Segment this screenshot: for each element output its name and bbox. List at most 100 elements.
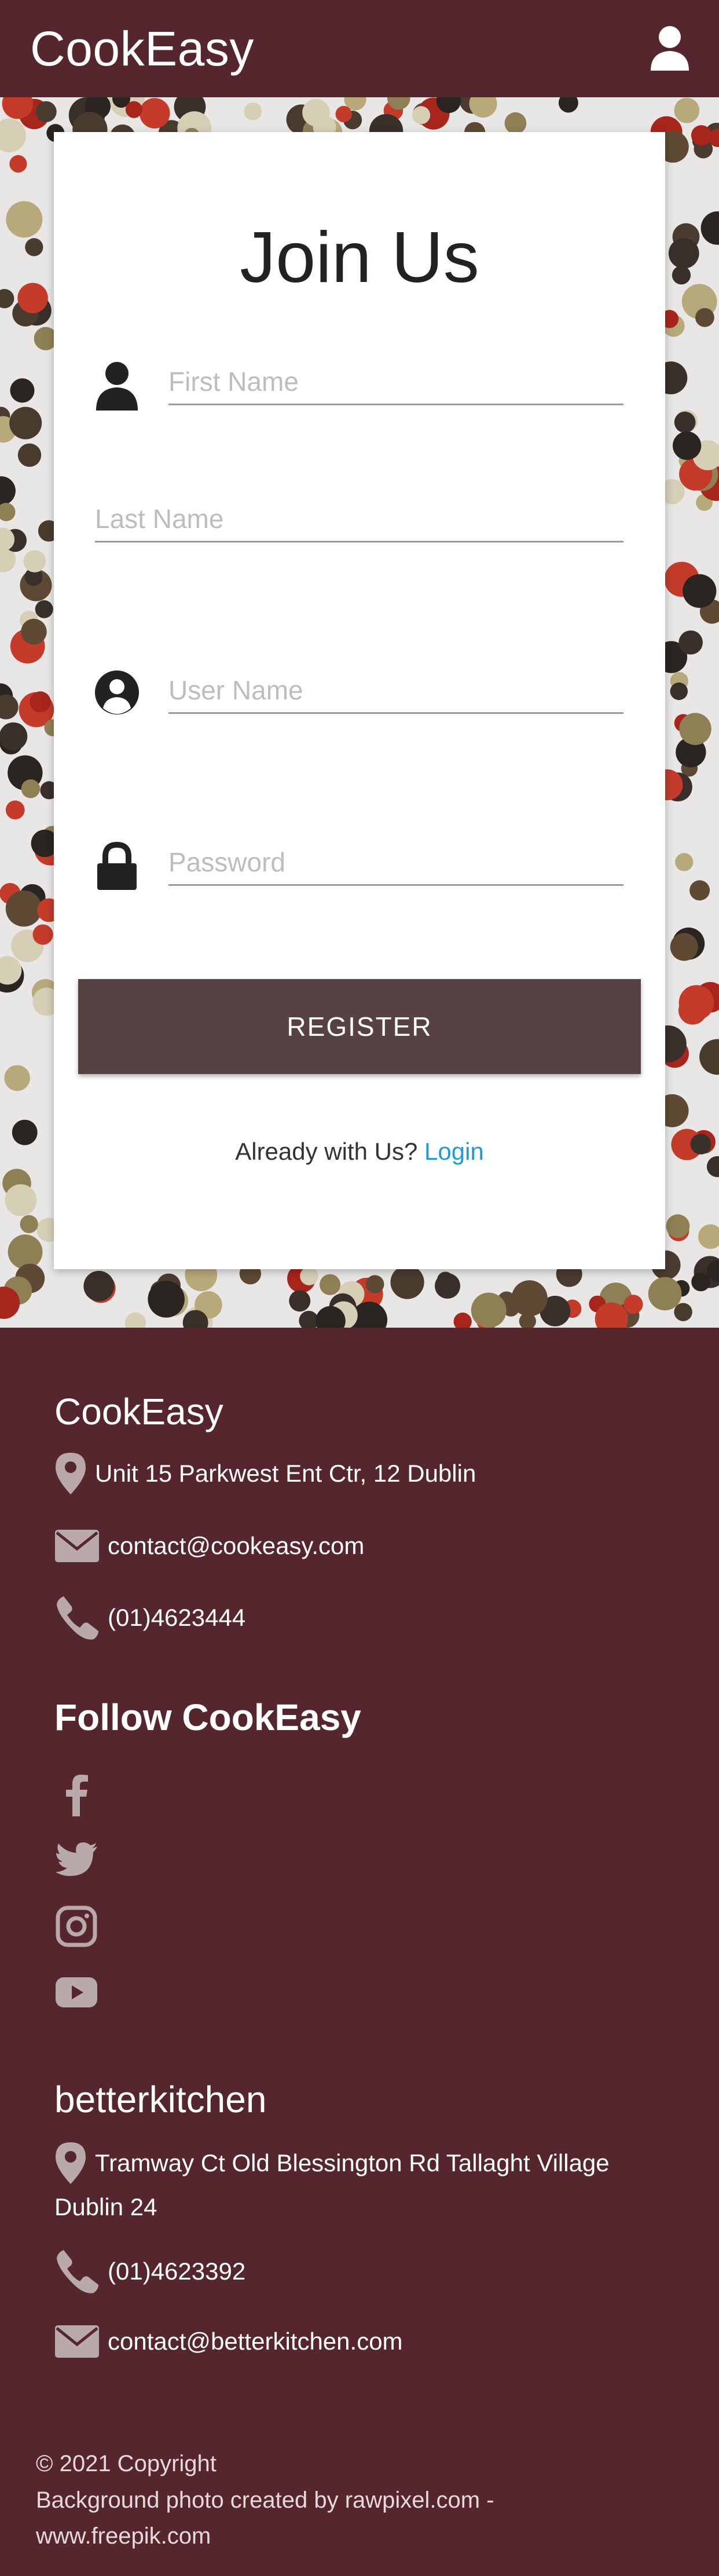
peppercorn [35,600,53,618]
peppercorn [471,1292,507,1328]
address-line1: Tramway Ct Old Blessington Rd Tallaght V… [95,2149,610,2176]
peppercorn [672,431,702,460]
youtube-icon[interactable] [54,1970,98,2014]
peppercorn [695,307,714,327]
peppercorn [244,102,262,120]
user-icon[interactable] [650,25,690,72]
password-input[interactable] [168,840,623,884]
address-line2: Dublin 24 [54,2193,157,2220]
instagram-icon[interactable] [54,1904,98,1948]
peppercorn [670,933,698,961]
peppercorn [9,155,27,173]
footer-cookeasy-email: contact@cookeasy.com [54,1529,364,1563]
envelope-icon [55,2325,99,2358]
peppercorn [25,238,43,256]
peppercorn [125,101,142,118]
peppercorn [674,1303,692,1321]
peppercorn [683,574,717,608]
peppercorn [675,853,694,871]
peppercorn [302,98,330,127]
password-field [168,840,623,886]
last-name-input[interactable] [95,496,623,541]
page-title: Join Us [240,218,479,298]
phone-text: (01)4623392 [108,2258,246,2285]
first-name-input[interactable] [168,359,623,404]
phone-text: (01)4623444 [108,1604,246,1631]
copyright-text: © 2021 Copyright [36,2451,217,2476]
peppercorn [17,283,48,314]
peppercorn [5,890,42,927]
peppercorn [139,98,170,129]
email-link[interactable]: contact@cookeasy.com [108,1532,364,1560]
peppercorn [678,630,703,655]
peppercorn [5,1184,37,1216]
register-button[interactable]: REGISTER [78,979,641,1074]
peppercorn [21,779,41,798]
peppercorn [365,1275,384,1294]
peppercorn [10,378,35,403]
already-text: Already with Us? [235,1138,418,1165]
peppercorn [690,1134,711,1155]
peppercorn [666,1214,690,1238]
peppercorn [148,1281,185,1318]
footer-betterkitchen-email: contact@betterkitchen.com [54,2325,403,2358]
map-marker-icon [56,2142,86,2184]
lock-icon [97,841,137,890]
peppercorn [648,1277,682,1311]
peppercorn [83,1270,115,1302]
footer-betterkitchen-phone: (01)4623392 [54,2249,245,2294]
peppercorn [511,1280,548,1317]
footer-betterkitchen-address: Tramway Ct Old Blessington Rd Tallaght V… [54,2141,610,2185]
peppercorn [672,266,691,285]
peppercorn [390,1265,424,1299]
phone-icon [57,2250,98,2293]
user-name-input[interactable] [168,668,623,712]
footer-betterkitchen-title: betterkitchen [54,2079,267,2120]
peppercorn [32,924,53,945]
phone-icon [57,1596,98,1640]
peppercorn [5,800,25,820]
peppercorn [35,101,57,123]
twitter-icon[interactable] [54,1838,98,1882]
last-name-field [95,496,623,543]
peppercorn [21,618,47,645]
peppercorn [319,1274,341,1295]
peppercorn [8,1234,43,1270]
peppercorn [689,880,710,901]
facebook-icon[interactable] [54,1772,98,1816]
peppercorn [6,201,43,238]
photo-credit-link[interactable]: www.freepik.com [36,2523,211,2549]
peppercorn [623,1295,643,1314]
footer-cookeasy-address: Unit 15 Parkwest Ent Ctr, 12 Dublin [54,1452,476,1496]
footer-betterkitchen-address-line2: Dublin 24 [54,2193,157,2221]
peppercorn [4,1065,30,1091]
address-text: Unit 15 Parkwest Ent Ctr, 12 Dublin [95,1460,476,1487]
footer-cookeasy-title: CookEasy [54,1391,223,1432]
email-link[interactable]: contact@betterkitchen.com [108,2328,403,2355]
footer-cookeasy-phone: (01)4623444 [54,1595,245,1640]
envelope-icon [55,1530,99,1562]
login-prompt: Already with Us? Login [54,1138,665,1166]
peppercorn [679,713,711,745]
peppercorn [670,682,688,701]
registration-card: Join Us REGISTER Already with Us? Login [54,132,665,1269]
first-name-field [168,359,623,405]
peppercorn [668,238,699,269]
navbar: CookEasy [0,0,719,97]
brand-logo[interactable]: CookEasy [30,21,254,77]
person-icon [96,362,138,411]
peppercorn [335,105,352,123]
peppercorn [300,1267,318,1285]
peppercorn [20,1215,38,1233]
login-link[interactable]: Login [424,1138,484,1165]
account-circle-icon [95,670,139,714]
peppercorn [9,406,42,439]
map-marker-icon [56,1453,86,1494]
peppercorn [504,112,527,134]
peppercorn [691,125,712,146]
peppercorn [23,549,46,573]
peppercorn [12,1119,38,1145]
peppercorn [289,1290,311,1312]
peppercorn [691,1272,710,1292]
peppercorn [674,411,696,433]
